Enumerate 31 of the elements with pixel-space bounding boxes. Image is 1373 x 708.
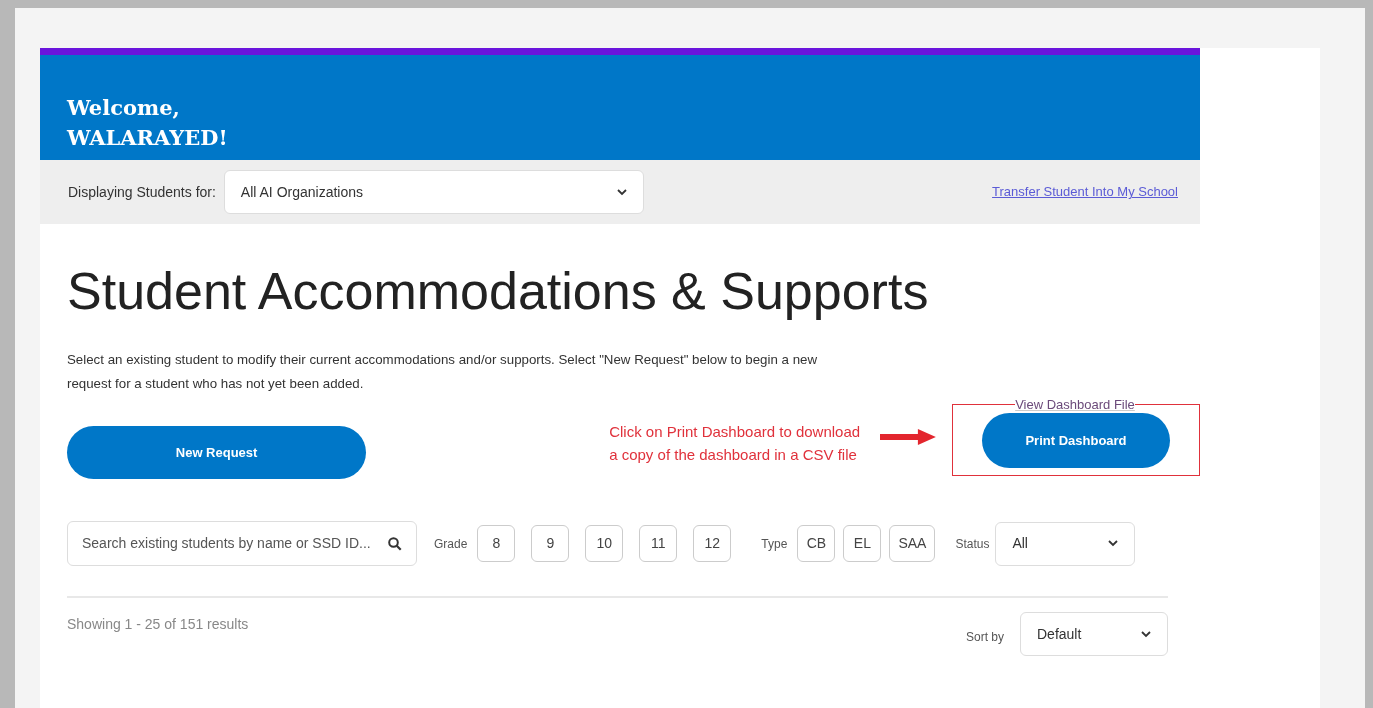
results-summary: Showing 1 - 25 of 151 results — [67, 615, 249, 635]
filter-chip[interactable]: SAA — [889, 525, 936, 563]
search-icon — [388, 536, 402, 551]
filter-label: Type — [761, 535, 788, 553]
print-dashboard-button[interactable]: Print Dashboard — [982, 412, 1170, 468]
view-dashboard-file-link[interactable]: View Dashboard File — [1015, 398, 1135, 413]
annotation-text: Click on Print Dashboard to download a copy of the dashboard in a CSV file — [609, 422, 861, 466]
organization-select[interactable]: All AI Organizations — [223, 170, 644, 214]
filter-label: Status — [955, 535, 990, 553]
filter-chip[interactable]: CB — [797, 525, 836, 563]
filter-chip[interactable]: 10 — [585, 525, 624, 563]
annotation-arrow — [880, 429, 936, 446]
filter-chip[interactable]: EL — [843, 525, 882, 563]
filter-chip[interactable]: 8 — [477, 525, 516, 563]
page-title: Student Accommodations & Supports — [67, 261, 930, 322]
chevron-icon — [1141, 630, 1151, 638]
chevron-icon — [616, 188, 627, 196]
new-request-button[interactable]: New Request — [67, 426, 367, 480]
sort-label: Sort by — [966, 629, 1004, 647]
intro-text: Select an existing student to modify their current accommodations and/or supports. Select "New Request" below to begin a new request for a student who has not yet been added. — [67, 351, 819, 394]
filter-chip[interactable]: 9 — [531, 525, 570, 563]
sort-select[interactable]: Default — [1020, 612, 1168, 657]
organization-label: Displaying Students for: — [68, 182, 216, 202]
transfer-student-link[interactable]: Transfer Student Into My School — [992, 182, 1178, 202]
search-field[interactable]: Search existing students by name or SSD ID... — [67, 521, 417, 567]
filter-chip[interactable]: 12 — [693, 525, 732, 563]
status-select[interactable]: All — [995, 521, 1136, 566]
filter-chip[interactable]: 11 — [639, 525, 678, 563]
welcome-heading: Welcome, WALARAYED! — [67, 94, 229, 152]
filter-label: Grade — [434, 535, 468, 553]
chevron-icon — [1108, 540, 1119, 548]
